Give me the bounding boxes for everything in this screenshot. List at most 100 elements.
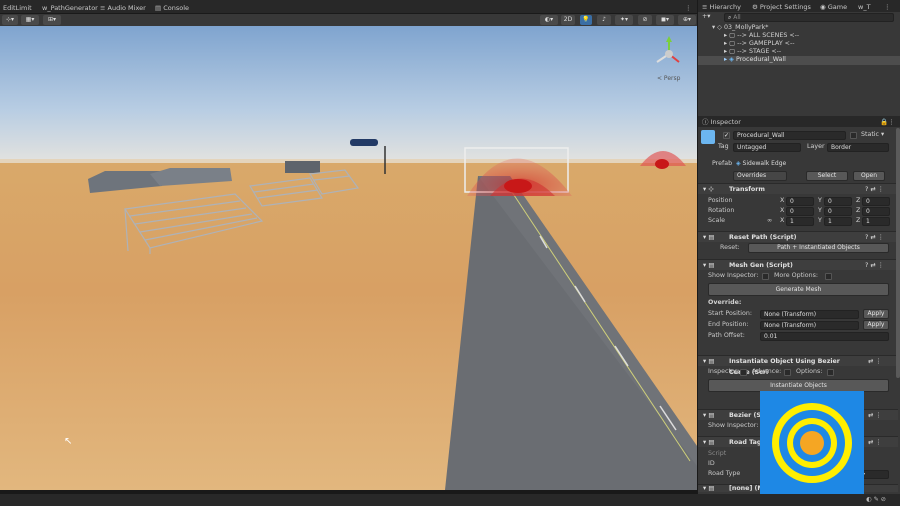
camera-icon[interactable]: ◼▾ <box>656 15 674 25</box>
inspector-checkbox[interactable] <box>740 369 747 376</box>
component-menu-icon[interactable]: ? ⇄ ⋮ <box>865 184 884 195</box>
position-label: Position <box>708 197 733 204</box>
active-checkbox[interactable]: ✓ <box>723 132 730 139</box>
tab-inspector[interactable]: ⓘ Inspector <box>702 116 741 128</box>
axis-x-label: X <box>780 217 785 224</box>
prefab-asset-field[interactable]: ◈ Sidewalk Edge <box>733 160 883 169</box>
hierarchy-add-icon[interactable]: +▾ <box>702 12 710 22</box>
options-checkbox[interactable] <box>827 369 834 376</box>
hierarchy-item-label: Procedural_Wall <box>736 56 786 63</box>
tab-audio-mixer[interactable]: ≡ Audio Mixer <box>100 2 146 14</box>
axis-y-label: Y <box>818 217 822 224</box>
options-label: Options: <box>796 368 823 375</box>
toggle-2d-button[interactable]: 2D <box>561 15 575 25</box>
mesh-gen-title: Mesh Gen (Script) <box>729 262 793 269</box>
status-icons[interactable]: ◐ ✎ ⊘ <box>866 495 886 505</box>
reset-path-header[interactable]: ▾ ▤ Reset Path (Script) ? ⇄ ⋮ <box>698 231 898 242</box>
inspector-scrollbar[interactable] <box>896 128 900 378</box>
mouse-cursor-icon: ↖ <box>64 436 73 447</box>
scale-z-field[interactable]: 1 <box>862 217 890 226</box>
component-menu-icon[interactable]: ? ⇄ ⋮ <box>865 260 884 271</box>
lock-icon[interactable]: 🔒⋮ <box>880 116 895 128</box>
end-position-field[interactable]: None (Transform) <box>760 321 859 330</box>
hidden-objects-icon[interactable]: ⊘ <box>638 15 652 25</box>
rotation-y-field[interactable]: 0 <box>824 207 852 216</box>
position-x-field[interactable]: 0 <box>786 197 814 206</box>
path-offset-field[interactable]: 0.01 <box>760 332 889 341</box>
advance-checkbox[interactable] <box>784 369 791 376</box>
start-position-field[interactable]: None (Transform) <box>760 310 859 319</box>
scale-link-icon[interactable]: ∞ <box>767 216 772 226</box>
hierarchy-item-selected[interactable]: ▸ ◈ Procedural_Wall <box>698 56 900 65</box>
reset-path-button[interactable]: Path + Instantiated Objects <box>748 243 889 253</box>
hierarchy-item-label: --> STAGE <-- <box>737 48 782 55</box>
more-icon[interactable]: ⋮ <box>685 2 692 14</box>
reset-label: Reset: <box>720 244 740 251</box>
tab-edit-limit[interactable]: EditLimit <box>3 2 32 14</box>
show-inspector-checkbox[interactable] <box>762 273 769 280</box>
overrides-dropdown[interactable]: Overrides <box>733 171 787 181</box>
select-button[interactable]: Select <box>806 171 848 181</box>
component-menu-icon[interactable]: ⇄ ⋮ <box>868 437 882 448</box>
component-menu-icon[interactable]: ? ⇄ ⋮ <box>865 232 884 243</box>
tool-handle-icon[interactable]: ⊹▾ <box>2 15 18 25</box>
tab-path-generator[interactable]: w_PathGenerator <box>42 2 98 14</box>
more-options-checkbox[interactable] <box>825 273 832 280</box>
tab-console[interactable]: ▤ Console <box>155 2 189 14</box>
script-icon: ▾ ▤ <box>703 358 715 365</box>
prefab-label: Prefab <box>712 160 733 167</box>
rotation-z-field[interactable]: 0 <box>862 207 890 216</box>
component-menu-icon[interactable]: ⇄ ⋮ <box>868 356 882 367</box>
scale-y-field[interactable]: 1 <box>824 217 852 226</box>
tab-more[interactable]: w_T <box>858 1 871 13</box>
start-apply-button[interactable]: Apply <box>863 309 889 319</box>
tab-project-settings[interactable]: ⚙ Project Settings <box>752 1 811 13</box>
end-apply-button[interactable]: Apply <box>863 320 889 330</box>
scene-view[interactable]: < Persp ↖ <box>0 26 697 490</box>
game-icon: ◉ <box>820 3 828 11</box>
audio-icon[interactable]: ♪ <box>597 15 611 25</box>
shading-mode-icon[interactable]: ◐▾ <box>540 15 558 25</box>
transform-header[interactable]: ▾ ⊹ Transform ? ⇄ ⋮ <box>698 183 898 194</box>
grid-snap-icon[interactable]: ▦▾ <box>21 15 39 25</box>
prefab-cube-icon <box>701 130 715 144</box>
object-name-field[interactable]: Procedural_Wall <box>733 131 846 140</box>
override-label: Override: <box>708 299 742 306</box>
tab-hierarchy-label: Hierarchy <box>709 3 741 11</box>
more-options-label: More Options: <box>774 272 819 279</box>
script-icon: ▾ ▤ <box>703 485 715 492</box>
editor-tab-bar: EditLimit w_PathGenerator ≡ Audio Mixer … <box>0 0 697 14</box>
scene-render: < Persp <box>0 26 697 490</box>
axis-y-label: Y <box>818 197 822 204</box>
bezier-show-inspector-label: Show Inspector: <box>708 422 759 429</box>
position-z-field[interactable]: 0 <box>862 197 890 206</box>
axis-x-label: X <box>780 207 785 214</box>
position-y-field[interactable]: 0 <box>824 197 852 206</box>
generate-mesh-button[interactable]: Generate Mesh <box>708 283 889 296</box>
component-menu-icon[interactable]: ⇄ ⋮ <box>868 410 882 421</box>
more-icon[interactable]: ⋮ <box>884 1 891 13</box>
layer-dropdown[interactable]: Border <box>827 143 889 152</box>
open-button[interactable]: Open <box>853 171 885 181</box>
scene-toolbar: ⊹▾ ▦▾ ⊞▾ ◐▾ 2D 💡 ♪ ✦▾ ⊘ ◼▾ ⊕▾ <box>0 14 697 26</box>
scale-x-field[interactable]: 1 <box>786 217 814 226</box>
audio-mixer-icon: ≡ <box>100 4 108 12</box>
axis-z-label: Z <box>856 217 861 224</box>
hierarchy-item-label: --> ALL SCENES <-- <box>737 32 800 39</box>
instantiate-header[interactable]: ▾ ▤ Instantiate Object Using Bezier Curve… <box>698 355 898 376</box>
hierarchy-search-input[interactable]: ⌕ All <box>724 13 894 22</box>
start-position-label: Start Position: <box>708 310 753 317</box>
lighting-icon[interactable]: 💡 <box>580 15 592 25</box>
mesh-gen-header[interactable]: ▾ ▤ Mesh Gen (Script) ? ⇄ ⋮ <box>698 259 898 270</box>
tag-dropdown[interactable]: Untagged <box>733 143 801 152</box>
end-position-label: End Position: <box>708 321 749 328</box>
increment-snap-icon[interactable]: ⊞▾ <box>43 15 61 25</box>
static-dropdown[interactable]: Static ▾ <box>861 130 884 140</box>
show-inspector-label: Show Inspector: <box>708 272 759 279</box>
effects-icon[interactable]: ✦▾ <box>615 15 633 25</box>
gizmos-icon[interactable]: ⊕▾ <box>678 15 696 25</box>
static-checkbox[interactable] <box>850 132 857 139</box>
tab-game[interactable]: ◉ Game <box>820 1 847 13</box>
gear-icon: ⚙ <box>752 3 760 11</box>
rotation-x-field[interactable]: 0 <box>786 207 814 216</box>
